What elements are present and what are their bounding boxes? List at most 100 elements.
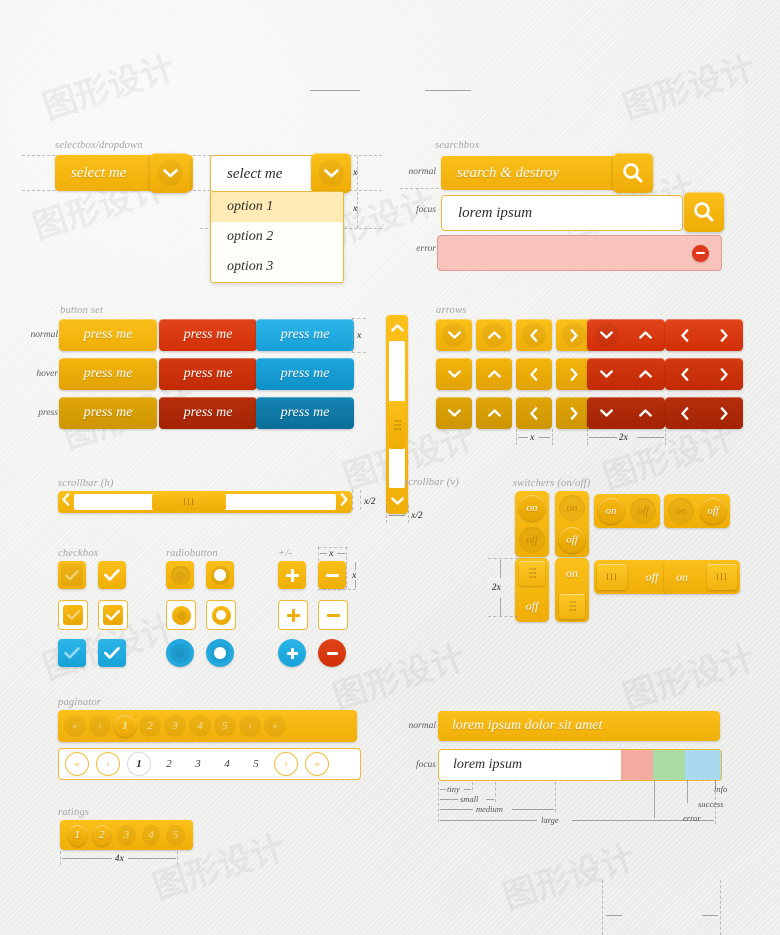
button-blue-normal[interactable]: press me [256, 319, 354, 351]
paginator-page[interactable]: 3 [187, 753, 209, 775]
arrow-down-press[interactable] [436, 397, 472, 429]
paginator-page[interactable]: 1 [114, 715, 136, 737]
switcher-slider-handle[interactable]: III [519, 561, 545, 586]
ratings-control[interactable]: 1 2 3 4 5 [60, 820, 193, 850]
paginator-page[interactable]: 5 [245, 753, 267, 775]
paginator-page[interactable]: 4 [216, 753, 238, 775]
switcher-slider-handle[interactable]: III [559, 594, 585, 619]
button-yellow-press[interactable]: press me [59, 397, 157, 429]
paginator-next[interactable]: › [274, 752, 298, 776]
switcher-knob-on[interactable]: on [598, 498, 624, 524]
arrow-pair-updown-hover[interactable] [587, 358, 665, 390]
paginator-first[interactable]: « [64, 715, 86, 737]
paginator-yellow[interactable]: « ‹ 1 2 3 4 5 › » [58, 710, 357, 742]
checkbox-white-unchecked[interactable] [58, 600, 88, 630]
button-yellow-hover[interactable]: press me [59, 358, 157, 390]
switcher-slider-horizontal-off[interactable]: III off [594, 560, 670, 594]
arrow-up-normal[interactable] [476, 319, 512, 351]
checkbox-white-checked[interactable] [98, 600, 128, 630]
checkbox-yellow-unchecked[interactable] [58, 561, 86, 589]
search-icon-button[interactable] [684, 192, 724, 232]
scrollbar-up-arrow[interactable] [390, 317, 404, 339]
paginator-page[interactable]: 2 [139, 715, 161, 737]
plus-button-white[interactable] [278, 600, 308, 630]
rating-item[interactable]: 3 [117, 824, 136, 846]
rating-item[interactable]: 1 [68, 824, 87, 846]
arrow-left-press[interactable] [516, 397, 552, 429]
paginator-page[interactable]: 5 [214, 715, 236, 737]
paginator-page[interactable]: 3 [164, 715, 186, 737]
arrow-down-normal[interactable] [436, 319, 472, 351]
switcher-slider-vertical-on[interactable]: on III [555, 558, 589, 622]
arrow-pair-leftright-hover[interactable] [665, 358, 743, 390]
minus-button-white[interactable] [318, 600, 348, 630]
selectbox-plain-toggle[interactable] [311, 153, 351, 193]
minus-button-yellow[interactable] [318, 561, 346, 589]
paginator-last[interactable]: » [264, 715, 286, 737]
checkbox-yellow-checked[interactable] [98, 561, 126, 589]
paginator-page[interactable]: 2 [158, 753, 180, 775]
selectbox-plain[interactable]: select me [210, 155, 323, 193]
paginator-prev[interactable]: ‹ [96, 752, 120, 776]
button-blue-press[interactable]: press me [256, 397, 354, 429]
scrollbar-down-arrow[interactable] [390, 490, 404, 512]
rating-item[interactable]: 2 [92, 824, 112, 846]
switcher-horizontal-off[interactable]: on off [664, 494, 730, 528]
radiobutton-white-unselected[interactable] [166, 600, 196, 630]
switcher-knob-on[interactable]: on [519, 495, 545, 521]
switcher-slider-handle[interactable]: III [707, 564, 737, 590]
rating-item[interactable]: 4 [141, 824, 161, 846]
paginator-next[interactable]: › [239, 715, 261, 737]
radiobutton-blue-selected[interactable] [206, 639, 234, 667]
radiobutton-blue-unselected[interactable] [166, 639, 194, 667]
selectbox-dropdown-toggle[interactable] [150, 153, 190, 193]
button-yellow-normal[interactable]: press me [59, 319, 157, 351]
scrollbar-thumb[interactable]: III [152, 494, 226, 510]
switcher-slider-vertical-off[interactable]: III off [515, 558, 549, 622]
searchbox-normal[interactable]: search & destroy [441, 156, 621, 190]
scrollbar-left-arrow[interactable] [60, 493, 72, 511]
button-red-normal[interactable]: press me [159, 319, 257, 351]
radiobutton-white-selected[interactable] [206, 600, 236, 630]
arrow-left-normal[interactable] [516, 319, 552, 351]
textfield-normal[interactable]: lorem ipsum dolor sit amet [438, 711, 720, 741]
paginator-last[interactable]: » [305, 752, 329, 776]
dropdown-option[interactable]: option 3 [211, 252, 343, 282]
plus-button-yellow[interactable] [278, 561, 306, 589]
arrow-up-press[interactable] [476, 397, 512, 429]
paginator-page[interactable]: 4 [189, 715, 211, 737]
switcher-knob-off[interactable]: off [630, 498, 656, 524]
textfield-focus[interactable]: lorem ipsum [438, 749, 722, 781]
switcher-slider-horizontal-on[interactable]: on III [664, 560, 740, 594]
checkbox-blue-checked[interactable] [98, 639, 126, 667]
paginator-first[interactable]: « [65, 752, 89, 776]
button-red-press[interactable]: press me [159, 397, 257, 429]
arrow-up-hover[interactable] [476, 358, 512, 390]
arrow-left-hover[interactable] [516, 358, 552, 390]
scrollbar-right-arrow[interactable] [338, 493, 350, 511]
arrow-pair-updown-normal[interactable] [587, 319, 665, 351]
arrow-pair-leftright-press[interactable] [665, 397, 743, 429]
searchbox-error[interactable] [437, 235, 722, 271]
switcher-vertical-on[interactable]: on off [515, 491, 549, 557]
searchbox-focus[interactable]: lorem ipsum [441, 195, 683, 231]
switcher-horizontal-on[interactable]: on off [594, 494, 660, 528]
switcher-knob-on[interactable]: on [559, 495, 585, 521]
switcher-vertical-off[interactable]: on off [555, 491, 589, 557]
arrow-down-hover[interactable] [436, 358, 472, 390]
scrollbar-track[interactable]: III [74, 494, 336, 510]
dropdown-option[interactable]: option 2 [211, 222, 343, 252]
radiobutton-yellow-unselected[interactable] [166, 561, 194, 589]
button-blue-hover[interactable]: press me [256, 358, 354, 390]
checkbox-blue-unchecked[interactable] [58, 639, 86, 667]
switcher-slider-handle[interactable]: III [597, 564, 627, 590]
paginator-prev[interactable]: ‹ [89, 715, 111, 737]
plus-button-blue[interactable] [278, 639, 306, 667]
search-icon-button[interactable] [613, 153, 653, 193]
switcher-knob-on[interactable]: on [668, 498, 694, 524]
dropdown-option[interactable]: option 1 [211, 192, 343, 222]
switcher-knob-off[interactable]: off [519, 527, 545, 553]
switcher-knob-off[interactable]: off [700, 498, 726, 524]
scrollbar-track[interactable]: III [389, 341, 405, 488]
arrow-pair-leftright-normal[interactable] [665, 319, 743, 351]
